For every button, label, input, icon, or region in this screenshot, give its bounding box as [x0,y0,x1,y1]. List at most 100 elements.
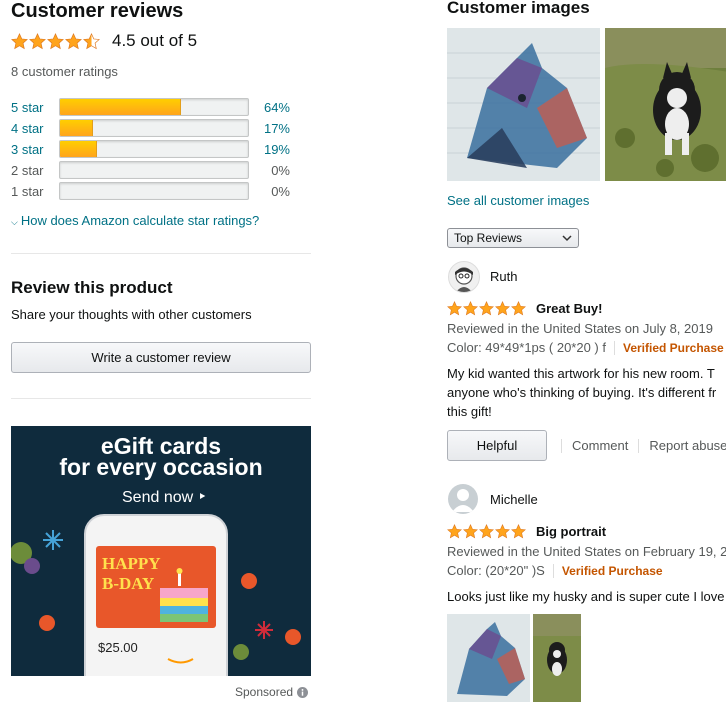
review-color[interactable]: Color: 49*49*1ps ( 20*20 ) f [447,340,606,355]
star-icon [463,524,478,539]
divider [11,398,311,399]
sort-reviews-select[interactable]: Top Reviews [447,228,579,248]
divider [613,340,615,355]
histogram-label[interactable]: 3 star [11,142,44,157]
how-calculated-link[interactable]: ⌵ How does Amazon calculate star ratings? [11,213,259,228]
review-stars [447,301,526,316]
histogram-fill [60,120,93,136]
reviewer-name[interactable]: Ruth [490,269,517,284]
histogram-percent[interactable]: 19% [264,142,290,157]
histogram-bar [59,182,249,200]
half-star-icon [83,32,100,49]
chevron-down-icon [562,235,572,242]
histogram-row-2-star: 2 star 0% [11,161,311,181]
amazon-smile-icon [167,658,194,664]
info-icon [297,686,309,698]
review-color[interactable]: Color: (20*20" )S [447,563,545,578]
chevron-down-icon: ⌵ [11,217,18,227]
histogram-row-3-star[interactable]: 3 star 19% [11,140,311,160]
write-review-button[interactable]: Write a customer review [11,342,311,373]
histogram-percent[interactable]: 64% [264,100,290,115]
divider [561,438,562,453]
avatar-portrait-icon [455,267,473,292]
histogram-bar[interactable] [59,140,249,158]
phone-illustration: HAPPY B-DAY $25.00 [84,514,228,676]
review-stars [447,524,526,539]
card-amount: $25.00 [98,640,138,655]
customer-images-title: Customer images [447,0,590,17]
star-icon [495,301,510,316]
star-icon [463,301,478,316]
review-header: Big portrait [447,524,606,539]
sort-selected: Top Reviews [454,231,523,245]
customer-reviews-panel: Customer images See all customer images … [447,0,726,726]
review-body: My kid wanted this artwork for his new r… [447,364,726,421]
star-icon [11,32,28,49]
review-body-line: this gift! [447,404,492,419]
histogram-label[interactable]: 5 star [11,100,44,115]
total-ratings: 8 customer ratings [11,64,118,79]
star-icon [479,524,494,539]
histogram-percent: 0% [271,163,290,178]
how-calculated-label: How does Amazon calculate star ratings? [20,213,260,228]
divider [11,253,311,254]
cake-icon [160,568,208,622]
star-icon [47,32,64,49]
review-product-title: Review this product [11,278,173,297]
egift-ad-banner[interactable]: eGift cards for every occasion Send now … [11,426,311,676]
histogram-percent: 0% [271,184,290,199]
histogram-row-4-star[interactable]: 4 star 17% [11,119,311,139]
review-title[interactable]: Big portrait [536,524,606,539]
verified-purchase-badge: Verified Purchase [561,563,663,578]
report-abuse-link[interactable]: Report abuse [649,438,726,453]
histogram-fill [60,99,182,115]
customer-image-husky-photo[interactable] [605,28,726,181]
card-line-1: HAPPY [102,554,161,573]
histogram-bar[interactable] [59,98,249,116]
star-icon [447,301,462,316]
comment-link[interactable]: Comment [572,438,628,453]
star-icon [511,301,526,316]
histogram-bar [59,161,249,179]
rating-stars [11,32,100,50]
review-header: Great Buy! [447,301,602,316]
histogram-bar[interactable] [59,119,249,137]
default-user-icon [452,489,474,512]
review-image-wolf-painting[interactable] [447,614,530,702]
divider [638,438,640,453]
card-text: HAPPY B-DAY [102,554,161,594]
sponsored-label[interactable]: Sponsored [235,685,309,699]
see-all-images-link[interactable]: See all customer images [447,193,589,208]
divider [552,563,554,578]
histogram-label[interactable]: 4 star [11,121,44,136]
birthday-card: HAPPY B-DAY [96,546,216,628]
review-date: Reviewed in the United States on Februar… [447,544,726,559]
review-image-husky-photo[interactable] [533,614,581,702]
verified-purchase-badge: Verified Purchase [622,340,724,355]
customer-image-wolf-painting[interactable] [447,28,600,181]
sponsored-text: Sponsored [235,685,294,699]
review-variant: Color: (20*20" )S Verified Purchase [447,563,663,578]
avatar [448,261,480,293]
helpful-button[interactable]: Helpful [447,430,547,461]
review-body-line: My kid wanted this artwork for his new r… [447,366,715,381]
review-variant: Color: 49*49*1ps ( 20*20 ) f Verified Pu… [447,340,724,355]
reviewer-name[interactable]: Michelle [490,492,538,507]
histogram-row-5-star[interactable]: 5 star 64% [11,98,311,118]
card-line-2: B-DAY [102,574,155,593]
average-rating: 4.5 out of 5 [11,31,197,51]
histogram-fill [60,141,97,157]
reviews-title: Customer reviews [11,0,184,22]
review-actions: Helpful Comment Report abuse [447,430,726,461]
histogram-label: 1 star [11,184,44,199]
histogram-row-1-star: 1 star 0% [11,182,311,202]
review-body-line: anyone who's thinking of buying. It's di… [447,385,717,400]
star-icon [511,524,526,539]
review-title[interactable]: Great Buy! [536,301,602,316]
histogram-percent[interactable]: 17% [264,121,290,136]
review-product-subtitle: Share your thoughts with other customers [11,307,252,322]
star-icon [65,32,82,49]
star-icon [29,32,46,49]
star-icon [479,301,494,316]
star-icon [447,524,462,539]
